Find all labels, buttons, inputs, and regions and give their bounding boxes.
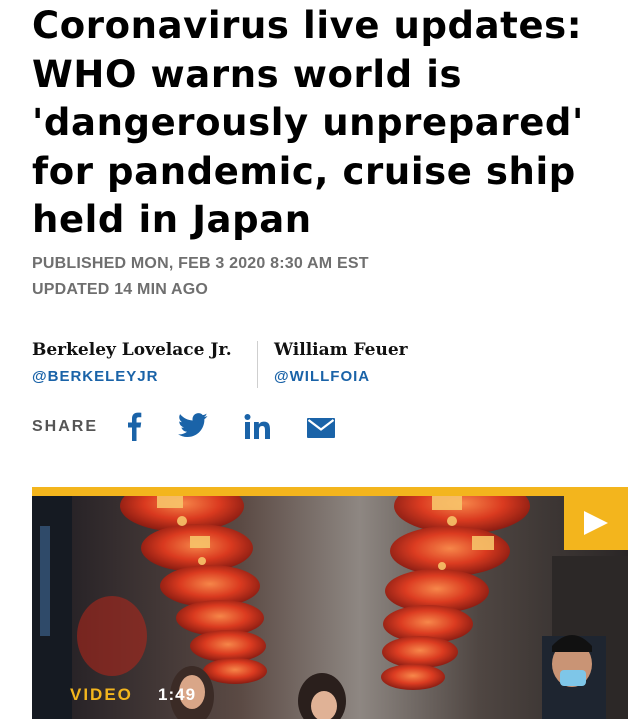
video-accent-bar bbox=[32, 487, 628, 496]
facebook-icon[interactable] bbox=[126, 411, 142, 441]
author-twitter-handle[interactable]: @WILLFOIA bbox=[274, 368, 408, 385]
author-byline-1: Berkeley Lovelace Jr. @BERKELEYJR bbox=[32, 340, 232, 385]
share-label: SHARE bbox=[32, 418, 99, 435]
updated-timestamp: UPDATED 14 MIN AGO bbox=[32, 281, 209, 298]
published-timestamp: PUBLISHED MON, FEB 3 2020 8:30 AM EST bbox=[32, 255, 369, 272]
author-byline-2: William Feuer @WILLFOIA bbox=[274, 340, 408, 385]
video-player[interactable]: VIDEO 1:49 bbox=[32, 487, 628, 719]
author-twitter-handle[interactable]: @BERKELEYJR bbox=[32, 368, 232, 385]
play-button[interactable] bbox=[564, 496, 628, 550]
linkedin-icon[interactable] bbox=[244, 414, 272, 440]
email-icon[interactable] bbox=[307, 418, 335, 438]
author-name[interactable]: William Feuer bbox=[274, 340, 408, 360]
video-duration: 1:49 bbox=[158, 685, 197, 704]
author-divider bbox=[257, 341, 258, 388]
play-icon bbox=[584, 511, 608, 535]
author-name[interactable]: Berkeley Lovelace Jr. bbox=[32, 340, 232, 360]
twitter-icon[interactable] bbox=[178, 413, 208, 438]
video-label: VIDEO bbox=[70, 685, 133, 704]
article-headline: Coronavirus live updates: WHO warns worl… bbox=[32, 4, 584, 241]
